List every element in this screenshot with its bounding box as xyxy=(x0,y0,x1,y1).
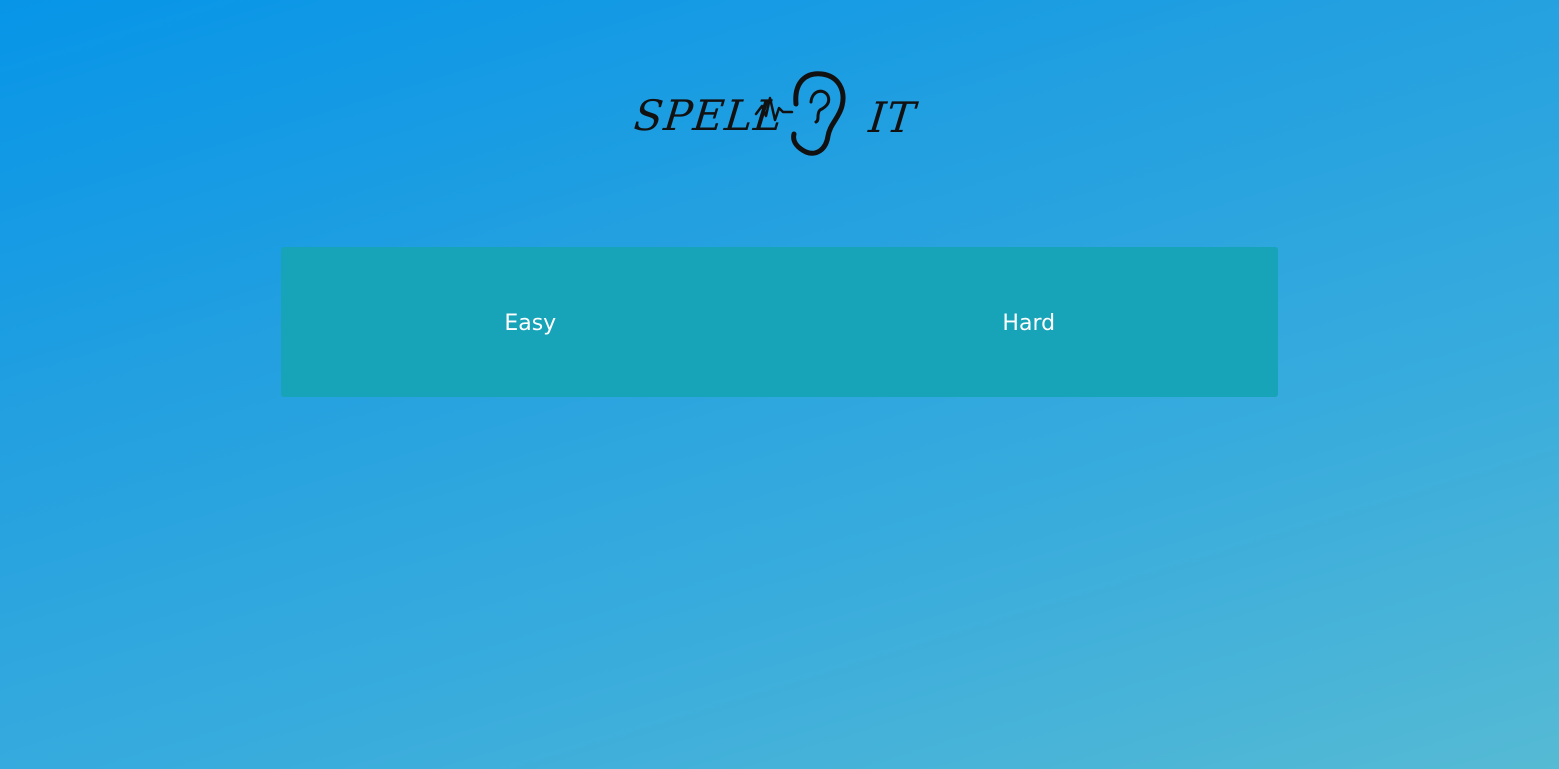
app-logo: SPELL IT xyxy=(630,62,930,162)
hard-button[interactable]: Hard xyxy=(780,247,1279,397)
logo-word-it: IT xyxy=(866,93,921,142)
logo-graphic: SPELL IT xyxy=(632,71,921,156)
difficulty-panel: Easy Hard xyxy=(281,247,1278,397)
logo-word-spell: SPELL xyxy=(632,91,786,140)
easy-button[interactable]: Easy xyxy=(281,247,780,397)
